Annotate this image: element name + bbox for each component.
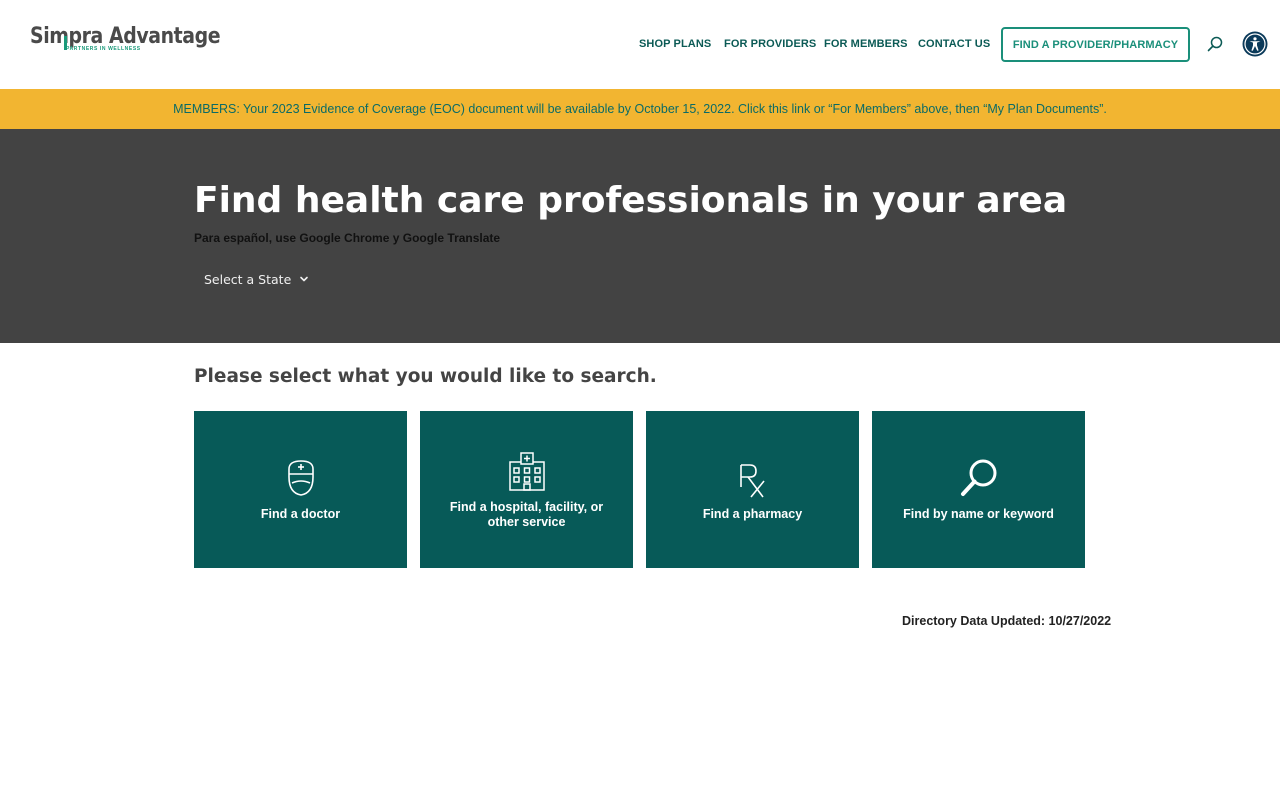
tile-label: Find by name or keyword xyxy=(903,507,1054,521)
site-logo[interactable]: Simpra Advantage PARTNERS IN WELLNESS xyxy=(30,24,221,56)
translation-note: Para español, use Google Chrome y Google… xyxy=(194,231,501,245)
search-prompt: Please select what you would like to sea… xyxy=(194,366,657,387)
state-select[interactable]: Select a State xyxy=(194,267,319,291)
find-pharmacy-tile[interactable]: Find a pharmacy xyxy=(646,411,859,568)
nav-for-providers[interactable]: FOR PROVIDERS xyxy=(724,38,816,50)
tile-label: Find a doctor xyxy=(260,507,341,521)
doctor-icon xyxy=(287,460,314,496)
announcement-banner: MEMBERS: Your 2023 Evidence of Coverage … xyxy=(0,89,1280,129)
nav-shop-plans[interactable]: SHOP PLANS xyxy=(639,38,711,50)
state-select-value: Select a State xyxy=(204,271,292,287)
find-by-name-tile[interactable]: Find by name or keyword xyxy=(872,411,1085,568)
nav-contact-us[interactable]: CONTACT US xyxy=(918,38,990,50)
directory-updated-note: Directory Data Updated: 10/27/2022 xyxy=(902,614,1112,628)
hero-section: Find health care professionals in your a… xyxy=(0,129,1280,343)
find-doctor-tile[interactable]: Find a doctor xyxy=(194,411,407,568)
magnifier-icon xyxy=(960,459,996,496)
chevron-down-icon xyxy=(300,276,309,282)
eoc-announcement-link[interactable]: MEMBERS: Your 2023 Evidence of Coverage … xyxy=(173,102,1107,116)
find-provider-pharmacy-button[interactable]: FIND A PROVIDER/PHARMACY xyxy=(1001,27,1190,62)
tile-label: Find a hospital, facility, or other serv… xyxy=(449,499,604,529)
search-icon[interactable] xyxy=(1207,36,1223,52)
accessibility-icon[interactable] xyxy=(1242,31,1268,57)
page-title: Find health care professionals in your a… xyxy=(194,180,1068,221)
hospital-icon xyxy=(508,451,545,491)
nav-for-members[interactable]: FOR MEMBERS xyxy=(824,38,908,50)
tile-label: Find a pharmacy xyxy=(702,507,803,521)
site-header: Simpra Advantage PARTNERS IN WELLNESS SH… xyxy=(0,0,1280,89)
find-hospital-tile[interactable]: Find a hospital, facility, or other serv… xyxy=(420,411,633,568)
logo-tagline: PARTNERS IN WELLNESS xyxy=(66,46,141,52)
rx-icon xyxy=(739,464,765,498)
